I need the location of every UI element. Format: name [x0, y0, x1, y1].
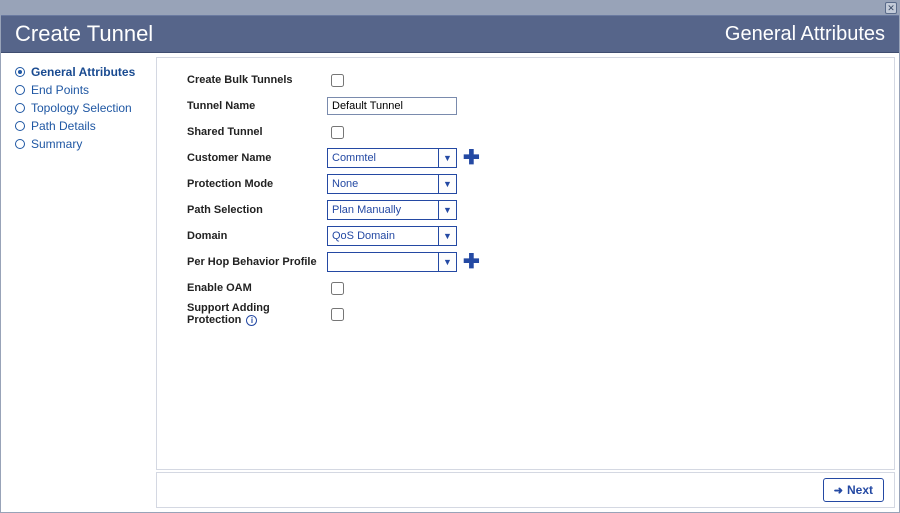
- row-phb-profile: Per Hop Behavior Profile ▼ ✚: [187, 250, 894, 274]
- wizard-sidebar: General Attributes End Points Topology S…: [1, 53, 156, 512]
- label-support-adding-protection: Support Adding Protection i: [187, 302, 327, 326]
- label-domain: Domain: [187, 230, 327, 242]
- label-path-selection: Path Selection: [187, 204, 327, 216]
- input-tunnel-name[interactable]: [327, 97, 457, 115]
- dialog-subtitle: General Attributes: [725, 23, 885, 46]
- form-area[interactable]: Create Bulk Tunnels Tunnel Name Shared T…: [156, 57, 895, 470]
- dialog-body: General Attributes End Points Topology S…: [1, 53, 899, 512]
- sidebar-item-label: Summary: [31, 137, 82, 151]
- row-tunnel-name: Tunnel Name: [187, 94, 894, 118]
- chevron-down-icon: ▼: [438, 201, 456, 219]
- select-value: None: [332, 178, 358, 190]
- label-phb-profile: Per Hop Behavior Profile: [187, 256, 327, 268]
- sidebar-item-path-details[interactable]: Path Details: [1, 117, 156, 135]
- row-shared-tunnel: Shared Tunnel: [187, 120, 894, 144]
- checkbox-shared-tunnel[interactable]: [331, 126, 344, 139]
- label-enable-oam: Enable OAM: [187, 282, 327, 294]
- dialog-window: ✕ Create Tunnel General Attributes Gener…: [0, 0, 900, 513]
- select-value: Commtel: [332, 152, 376, 164]
- sidebar-item-end-points[interactable]: End Points: [1, 81, 156, 99]
- radio-icon: [15, 121, 25, 131]
- label-tunnel-name: Tunnel Name: [187, 100, 327, 112]
- sidebar-item-label: Topology Selection: [31, 101, 132, 115]
- chevron-down-icon: ▼: [438, 175, 456, 193]
- main-panel: Create Bulk Tunnels Tunnel Name Shared T…: [156, 53, 899, 512]
- checkbox-enable-oam[interactable]: [331, 282, 344, 295]
- sidebar-item-label: Path Details: [31, 119, 96, 133]
- checkbox-create-bulk[interactable]: [331, 74, 344, 87]
- sidebar-item-label: General Attributes: [31, 65, 135, 79]
- row-domain: Domain QoS Domain ▼: [187, 224, 894, 248]
- row-customer-name: Customer Name Commtel ▼ ✚: [187, 146, 894, 170]
- titlebar: ✕: [1, 1, 899, 15]
- arrow-right-icon: ➜: [834, 484, 843, 497]
- select-path-selection[interactable]: Plan Manually ▼: [327, 200, 457, 220]
- select-phb-profile[interactable]: ▼: [327, 252, 457, 272]
- row-enable-oam: Enable OAM: [187, 276, 894, 300]
- radio-icon: [15, 67, 25, 77]
- select-customer-name[interactable]: Commtel ▼: [327, 148, 457, 168]
- sidebar-item-label: End Points: [31, 83, 89, 97]
- row-protection-mode: Protection Mode None ▼: [187, 172, 894, 196]
- radio-icon: [15, 103, 25, 113]
- row-create-bulk: Create Bulk Tunnels: [187, 68, 894, 92]
- dialog-footer: ➜ Next: [156, 472, 895, 508]
- chevron-down-icon: ▼: [438, 149, 456, 167]
- chevron-down-icon: ▼: [438, 227, 456, 245]
- radio-icon: [15, 85, 25, 95]
- select-value: Plan Manually: [332, 204, 401, 216]
- label-customer-name: Customer Name: [187, 152, 327, 164]
- label-text: Support Adding Protection: [187, 302, 270, 326]
- label-shared-tunnel: Shared Tunnel: [187, 126, 327, 138]
- next-button[interactable]: ➜ Next: [823, 478, 884, 502]
- add-customer-icon[interactable]: ✚: [463, 148, 480, 168]
- dialog-header: Create Tunnel General Attributes: [1, 15, 899, 53]
- checkbox-support-adding-protection[interactable]: [331, 308, 344, 321]
- select-domain[interactable]: QoS Domain ▼: [327, 226, 457, 246]
- sidebar-item-topology-selection[interactable]: Topology Selection: [1, 99, 156, 117]
- radio-icon: [15, 139, 25, 149]
- row-path-selection: Path Selection Plan Manually ▼: [187, 198, 894, 222]
- label-create-bulk: Create Bulk Tunnels: [187, 74, 327, 86]
- sidebar-item-general-attributes[interactable]: General Attributes: [1, 63, 156, 81]
- label-protection-mode: Protection Mode: [187, 178, 327, 190]
- select-protection-mode[interactable]: None ▼: [327, 174, 457, 194]
- sidebar-item-summary[interactable]: Summary: [1, 135, 156, 153]
- row-support-adding-protection: Support Adding Protection i: [187, 302, 894, 326]
- add-phb-icon[interactable]: ✚: [463, 252, 480, 272]
- select-value: QoS Domain: [332, 230, 395, 242]
- dialog-title: Create Tunnel: [15, 21, 153, 47]
- info-icon[interactable]: i: [246, 315, 257, 326]
- chevron-down-icon: ▼: [438, 253, 456, 271]
- next-button-label: Next: [847, 483, 873, 497]
- close-icon[interactable]: ✕: [885, 2, 897, 14]
